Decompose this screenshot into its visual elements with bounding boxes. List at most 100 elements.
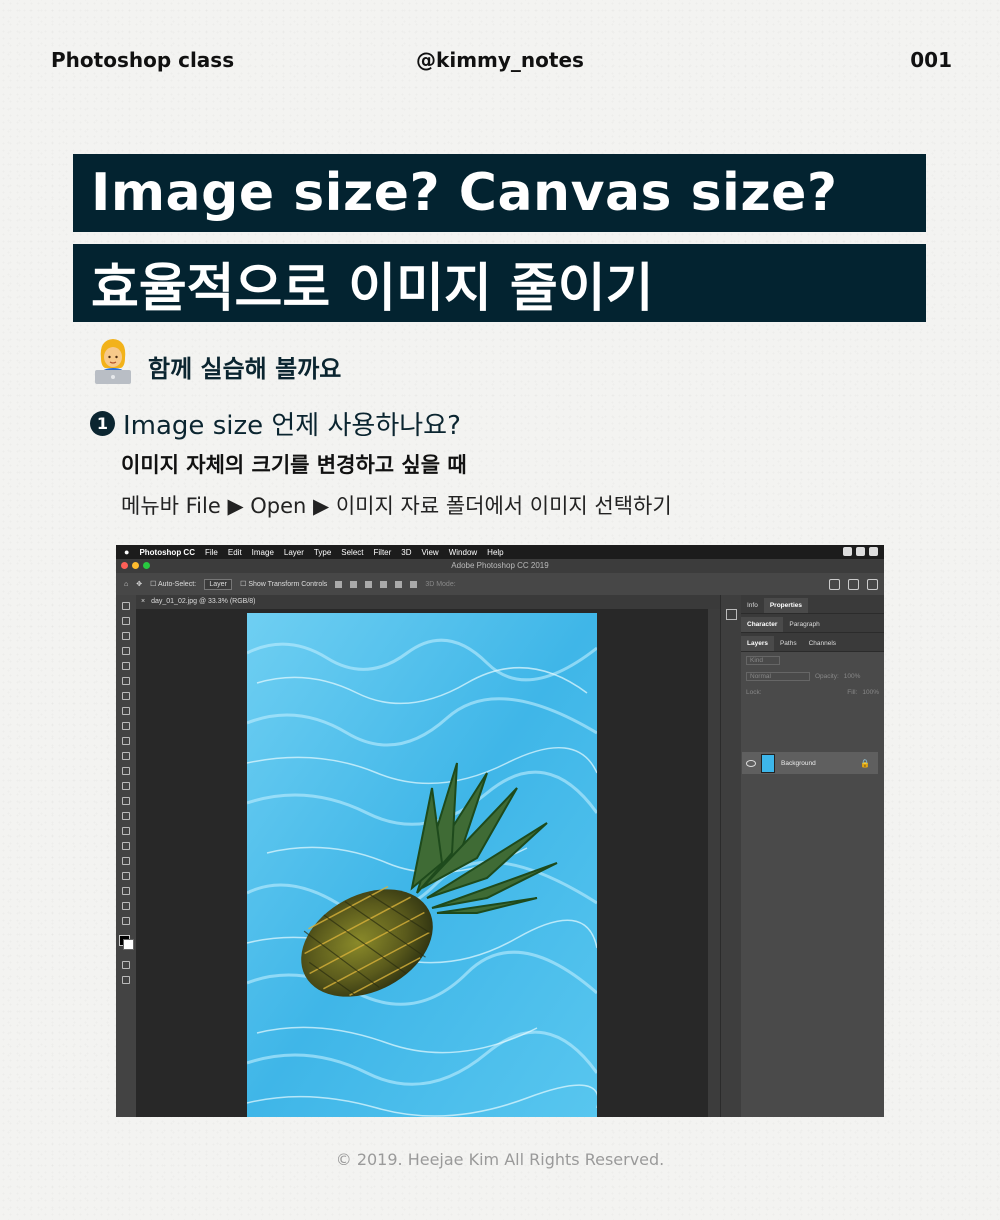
more-tools[interactable] bbox=[122, 917, 130, 925]
menu-file[interactable]: File bbox=[205, 548, 218, 557]
fill-value[interactable]: 100% bbox=[862, 689, 879, 696]
marquee-tool[interactable] bbox=[122, 617, 130, 625]
menu-app-name[interactable]: Photoshop CC bbox=[139, 548, 195, 557]
lock-row: Lock: Fill: 100% bbox=[741, 684, 884, 700]
tools-panel bbox=[116, 595, 136, 1117]
tab-paths[interactable]: Paths bbox=[774, 636, 803, 651]
page-number: 001 bbox=[910, 48, 952, 72]
type-tool[interactable] bbox=[122, 842, 130, 850]
minimize-window-button[interactable] bbox=[132, 562, 139, 569]
battery-icon[interactable] bbox=[856, 547, 865, 556]
align-middle-icon[interactable] bbox=[395, 580, 403, 588]
hand-tool[interactable] bbox=[122, 887, 130, 895]
search-icon[interactable] bbox=[829, 578, 840, 590]
layer-name: Background bbox=[781, 759, 816, 767]
align-bottom-icon[interactable] bbox=[410, 580, 418, 588]
canvas-scrollbar[interactable] bbox=[708, 609, 720, 1117]
practice-prompt: 함께 실습해 볼까요 bbox=[148, 355, 342, 383]
eraser-tool[interactable] bbox=[122, 767, 130, 775]
menu-view[interactable]: View bbox=[422, 548, 439, 557]
menu-type[interactable]: Type bbox=[314, 548, 331, 557]
eyedropper-tool[interactable] bbox=[122, 692, 130, 700]
copyright-footer: © 2019. Heejae Kim All Rights Reserved. bbox=[335, 1150, 665, 1169]
show-transform-checkbox[interactable]: ☐ Show Transform Controls bbox=[240, 580, 327, 588]
fill-label: Fill: bbox=[847, 688, 858, 696]
brush-tool[interactable] bbox=[122, 722, 130, 730]
tab-paragraph[interactable]: Paragraph bbox=[783, 617, 825, 632]
lasso-tool[interactable] bbox=[122, 632, 130, 640]
zoom-window-button[interactable] bbox=[143, 562, 150, 569]
tab-info[interactable]: Info bbox=[741, 598, 764, 613]
menu-layer[interactable]: Layer bbox=[284, 548, 304, 557]
shape-tool[interactable] bbox=[122, 872, 130, 880]
blend-mode-dropdown[interactable]: Normal bbox=[746, 671, 810, 681]
menu-edit[interactable]: Edit bbox=[228, 548, 242, 557]
visibility-eye-icon[interactable] bbox=[746, 759, 756, 767]
dodge-tool[interactable] bbox=[122, 812, 130, 820]
menu-3d[interactable]: 3D bbox=[401, 548, 411, 557]
color-swatches[interactable] bbox=[119, 935, 134, 950]
quick-mask-tool[interactable] bbox=[122, 961, 130, 969]
blend-row: Normal Opacity: 100% bbox=[741, 668, 884, 684]
window-title: Adobe Photoshop CC 2019 bbox=[451, 561, 549, 570]
person-laptop-icon bbox=[95, 339, 131, 384]
tab-channels[interactable]: Channels bbox=[803, 636, 842, 651]
menu-filter[interactable]: Filter bbox=[374, 548, 392, 557]
mac-menubar: ● Photoshop CC File Edit Image Layer Typ… bbox=[116, 545, 884, 559]
path-select-tool[interactable] bbox=[122, 857, 130, 865]
stamp-tool[interactable] bbox=[122, 737, 130, 745]
history-brush-tool[interactable] bbox=[122, 752, 130, 760]
home-icon[interactable]: ⌂ bbox=[124, 581, 128, 588]
apple-icon[interactable]: ● bbox=[124, 547, 129, 557]
align-top-icon[interactable] bbox=[380, 580, 388, 588]
kind-filter-dropdown[interactable]: Kind bbox=[746, 655, 781, 665]
menubar-status-icons bbox=[843, 547, 878, 556]
align-center-icon[interactable] bbox=[350, 580, 358, 588]
frame-tool[interactable] bbox=[122, 677, 130, 685]
align-right-icon[interactable] bbox=[365, 580, 373, 588]
right-panels: Info Properties Character Paragraph Laye… bbox=[741, 595, 884, 1117]
lock-icon: 🔒 bbox=[860, 758, 870, 768]
share-icon[interactable] bbox=[867, 578, 878, 590]
crop-tool[interactable] bbox=[122, 662, 130, 670]
align-left-icon[interactable] bbox=[335, 580, 343, 588]
menu-select[interactable]: Select bbox=[341, 548, 363, 557]
history-panel-icon[interactable] bbox=[725, 609, 737, 620]
close-tab-icon[interactable]: × bbox=[141, 598, 145, 605]
lock-label: Lock: bbox=[746, 688, 762, 696]
menu-window[interactable]: Window bbox=[449, 548, 477, 557]
close-window-button[interactable] bbox=[121, 562, 128, 569]
gradient-tool[interactable] bbox=[122, 782, 130, 790]
control-center-icon[interactable] bbox=[869, 547, 878, 556]
pen-tool[interactable] bbox=[122, 827, 130, 835]
title-line-1: Image size? Canvas size? bbox=[73, 154, 926, 232]
move-tool-icon[interactable]: ✥ bbox=[136, 580, 142, 588]
layers-panel-tabs: Layers Paths Channels bbox=[741, 633, 884, 652]
workspace-icon[interactable] bbox=[848, 578, 859, 590]
layer-row-background[interactable]: Background 🔒 bbox=[742, 752, 878, 774]
layer-thumbnail bbox=[761, 753, 775, 773]
screen-mode-tool[interactable] bbox=[122, 976, 130, 984]
photoshop-screenshot: ● Photoshop CC File Edit Image Layer Typ… bbox=[116, 545, 884, 1117]
menu-image[interactable]: Image bbox=[252, 548, 274, 557]
section-description: 메뉴바 File ▶ Open ▶ 이미지 자료 폴더에서 이미지 선택하기 bbox=[121, 494, 672, 518]
auto-select-checkbox[interactable]: ☐ Auto-Select: bbox=[150, 580, 196, 588]
tab-properties[interactable]: Properties bbox=[763, 598, 808, 613]
tab-character[interactable]: Character bbox=[741, 617, 784, 632]
info-properties-tabs: Info Properties bbox=[741, 595, 884, 614]
pineapple-pool-photo bbox=[247, 613, 597, 1117]
zoom-tool[interactable] bbox=[122, 902, 130, 910]
creative-cloud-icon[interactable] bbox=[843, 547, 852, 556]
menu-help[interactable]: Help bbox=[487, 548, 503, 557]
auto-select-target-dropdown[interactable]: Layer bbox=[204, 578, 233, 590]
account-handle: @kimmy_notes bbox=[416, 48, 584, 72]
document-tab[interactable]: × day_01_02.jpg @ 33.3% (RGB/8) bbox=[136, 595, 728, 609]
opacity-value[interactable]: 100% bbox=[844, 673, 861, 680]
character-paragraph-tabs: Character Paragraph bbox=[741, 614, 884, 633]
section-number-badge: 1 bbox=[90, 411, 115, 436]
tab-layers[interactable]: Layers bbox=[741, 636, 774, 651]
healing-tool[interactable] bbox=[122, 707, 130, 715]
move-tool[interactable] bbox=[122, 602, 130, 610]
blur-tool[interactable] bbox=[122, 797, 130, 805]
magic-wand-tool[interactable] bbox=[122, 647, 130, 655]
